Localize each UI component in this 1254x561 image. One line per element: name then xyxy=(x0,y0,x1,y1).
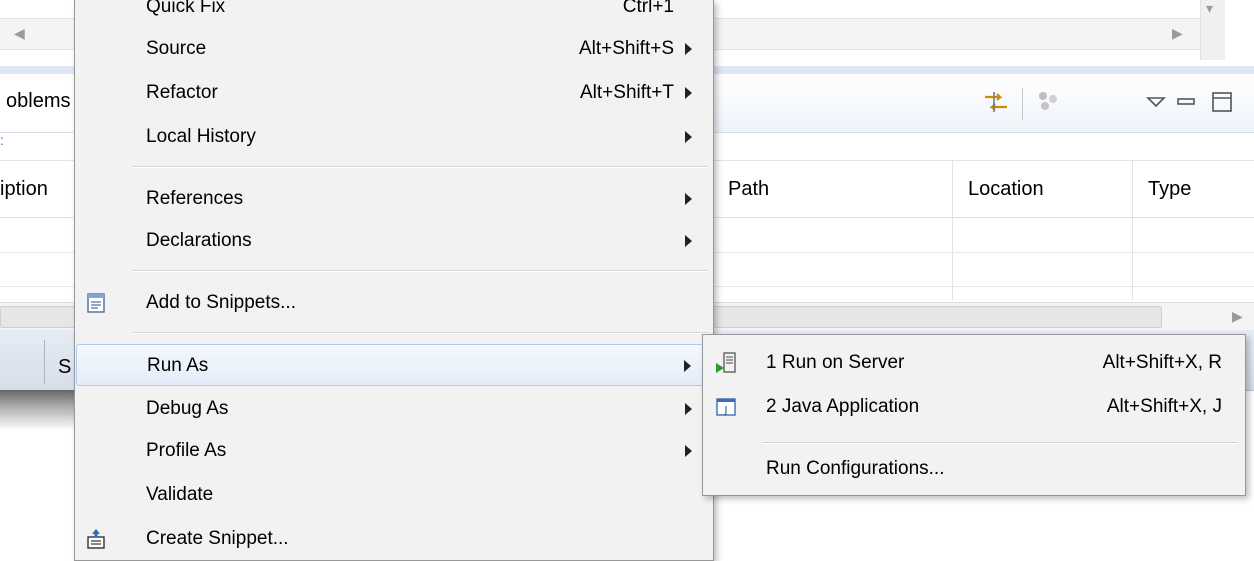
submenu-arrow-icon xyxy=(685,445,692,457)
column-header-description[interactable]: iption xyxy=(0,178,48,201)
column-separator[interactable] xyxy=(1132,160,1133,300)
submenu-arrow-icon xyxy=(685,235,692,247)
svg-text:J: J xyxy=(724,405,728,416)
snippet-icon xyxy=(87,293,105,313)
link-with-editor-icon[interactable] xyxy=(982,88,1010,116)
editor-vertical-scrollbar[interactable]: ▾ xyxy=(1200,0,1225,60)
problems-tab-label: oblems xyxy=(6,90,71,112)
menu-item-refactor[interactable]: Refactor Alt+Shift+T xyxy=(76,72,710,114)
menu-item-source[interactable]: Source Alt+Shift+S xyxy=(76,28,710,70)
view-menu-icon[interactable] xyxy=(1142,88,1170,116)
toolbar-separator xyxy=(1022,88,1023,120)
submenu-arrow-icon xyxy=(685,43,692,55)
maximize-icon[interactable] xyxy=(1208,88,1236,116)
minimize-icon[interactable] xyxy=(1172,88,1200,116)
column-separator[interactable] xyxy=(952,160,953,300)
submenu-arrow-icon xyxy=(685,87,692,99)
submenu-arrow-icon xyxy=(685,193,692,205)
status-separator xyxy=(44,340,45,384)
submenu-arrow-icon xyxy=(684,360,691,372)
menu-item-profile-as[interactable]: Profile As xyxy=(76,430,710,472)
menu-item-quick-fix[interactable]: Quick Fix Ctrl+1 xyxy=(76,0,710,28)
scroll-down-icon[interactable]: ▾ xyxy=(1206,0,1213,17)
menu-item-run-as[interactable]: Run As xyxy=(76,344,710,386)
submenu-item-run-on-server[interactable]: 1 Run on Server Alt+Shift+X, R xyxy=(706,342,1240,384)
filter-icon[interactable] xyxy=(1034,88,1062,116)
scroll-right-icon[interactable]: ▶ xyxy=(1172,25,1183,42)
column-header-location[interactable]: Location xyxy=(968,178,1044,201)
server-run-icon xyxy=(716,352,736,373)
menu-item-local-history[interactable]: Local History xyxy=(76,116,710,158)
column-header-type[interactable]: Type xyxy=(1148,178,1191,201)
menu-item-create-snippet[interactable]: Create Snippet... xyxy=(76,518,710,560)
menu-item-validate[interactable]: Validate xyxy=(76,474,710,516)
scroll-left-icon[interactable]: ◀ xyxy=(14,25,25,42)
menu-item-references[interactable]: References xyxy=(76,178,710,220)
submenu-item-run-configurations[interactable]: Run Configurations... xyxy=(706,448,1240,490)
menu-item-add-to-snippets[interactable]: Add to Snippets... xyxy=(76,282,710,324)
submenu-arrow-icon xyxy=(685,403,692,415)
menu-separator xyxy=(132,270,708,272)
submenu-arrow-icon xyxy=(685,131,692,143)
submenu-item-java-application[interactable]: J 2 Java Application Alt+Shift+X, J xyxy=(706,386,1240,428)
menu-item-debug-as[interactable]: Debug As xyxy=(76,388,710,430)
menu-item-declarations[interactable]: Declarations xyxy=(76,220,710,262)
create-snippet-icon xyxy=(87,529,105,549)
problems-summary-link[interactable]: : xyxy=(0,132,12,156)
submenu-separator xyxy=(762,442,1238,444)
scroll-right-icon[interactable]: ▶ xyxy=(1232,308,1243,325)
column-header-path[interactable]: Path xyxy=(728,178,769,201)
java-application-icon: J xyxy=(716,398,736,416)
menu-separator xyxy=(132,166,708,168)
menu-separator xyxy=(132,332,708,334)
status-item: S xyxy=(58,356,72,378)
